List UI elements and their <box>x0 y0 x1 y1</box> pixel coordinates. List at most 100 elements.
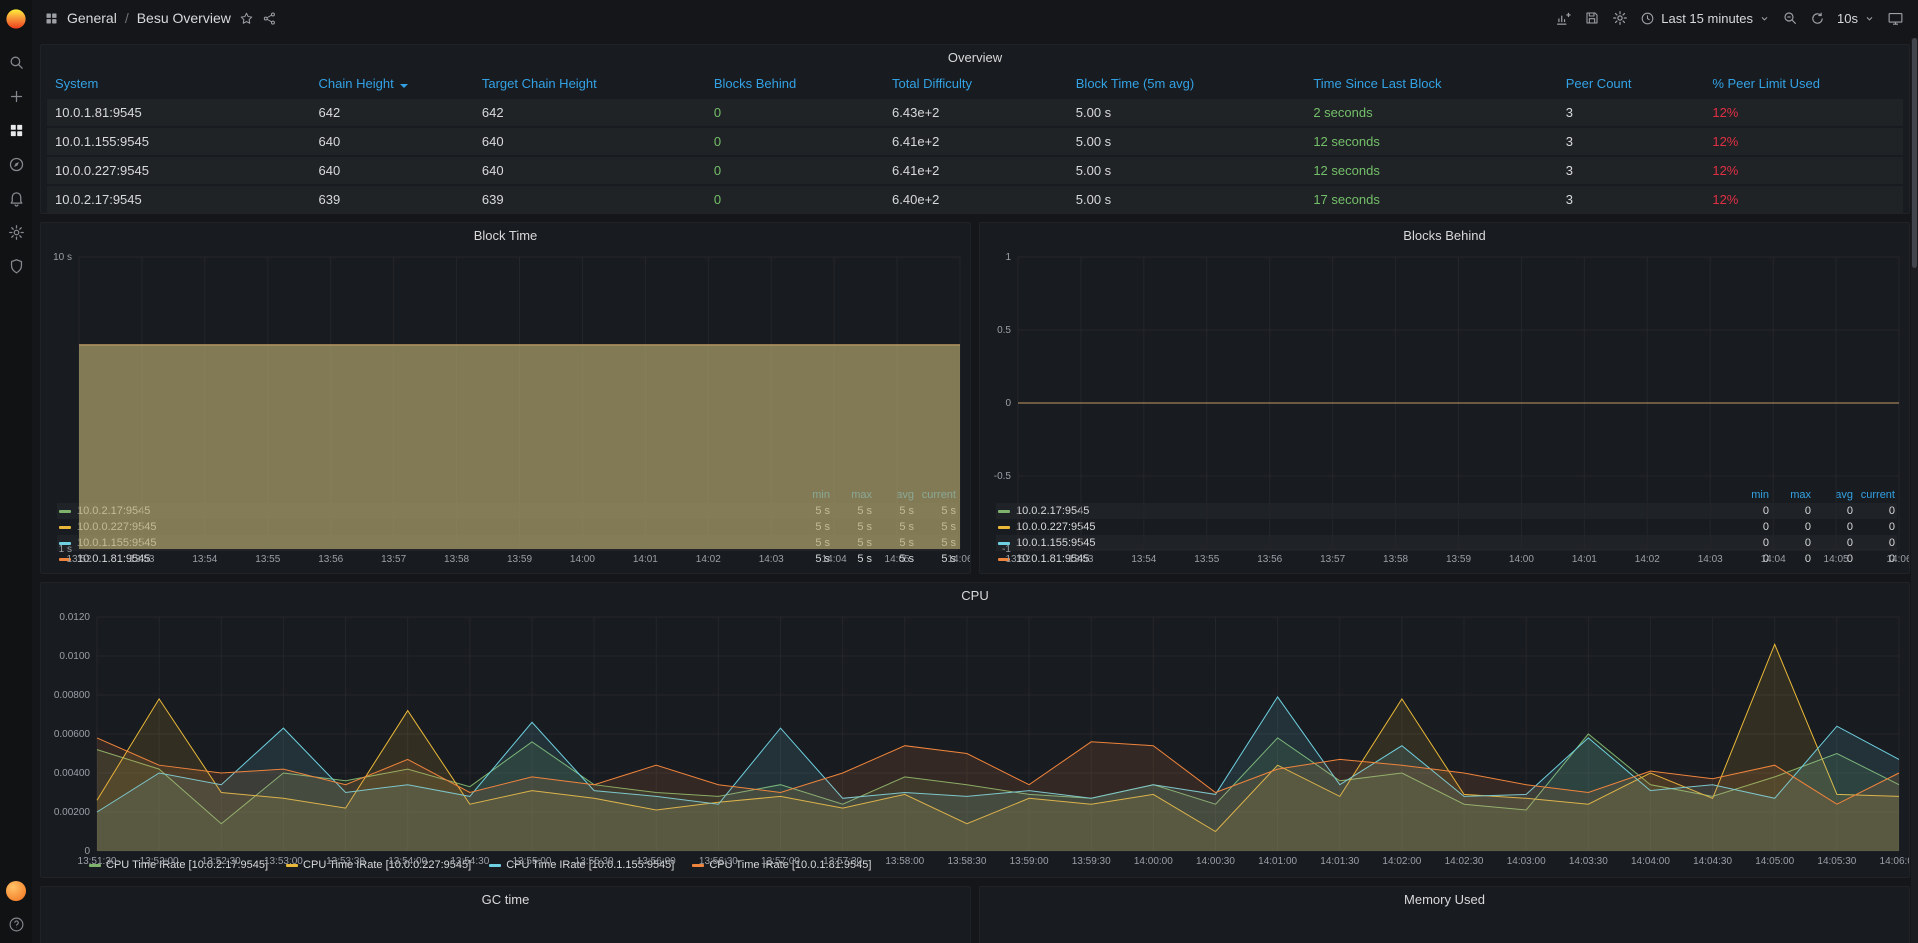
user-avatar[interactable] <box>6 881 26 901</box>
overview-table: SystemChain HeightTarget Chain HeightBlo… <box>41 71 1909 213</box>
table-cell: 642 <box>311 98 474 127</box>
table-row: 10.0.0.227:954564064006.41e+25.00 s12 se… <box>47 156 1903 185</box>
column-header[interactable]: Time Since Last Block <box>1305 71 1557 98</box>
share-icon[interactable] <box>262 11 277 26</box>
svg-text:14:05:00: 14:05:00 <box>1755 856 1794 867</box>
panel-title[interactable]: Overview <box>41 45 1909 71</box>
grafana-logo[interactable] <box>5 8 27 30</box>
column-header[interactable]: Total Difficulty <box>884 71 1068 98</box>
svg-text:13:58:30: 13:58:30 <box>947 856 986 867</box>
chevron-down-icon <box>1864 13 1875 24</box>
svg-text:14:04: 14:04 <box>822 554 847 565</box>
svg-text:0.00600: 0.00600 <box>54 729 91 740</box>
svg-text:13:57:30: 13:57:30 <box>823 856 862 867</box>
refresh-interval-label: 10s <box>1837 11 1858 26</box>
column-header[interactable]: Peer Count <box>1558 71 1705 98</box>
svg-text:14:04:00: 14:04:00 <box>1631 856 1670 867</box>
add-panel-icon[interactable] <box>1555 10 1572 27</box>
svg-text:13:59: 13:59 <box>1446 554 1471 565</box>
table-row: 10.0.1.155:954564064006.41e+25.00 s12 se… <box>47 127 1903 156</box>
dashboards-icon[interactable] <box>8 122 25 139</box>
time-range-picker[interactable]: Last 15 minutes <box>1640 11 1770 26</box>
svg-text:13:55: 13:55 <box>1194 554 1219 565</box>
svg-text:13:52: 13:52 <box>1005 554 1030 565</box>
svg-text:13:52:00: 13:52:00 <box>140 856 179 867</box>
scrollbar-thumb[interactable] <box>1912 38 1917 268</box>
table-cell: 5.00 s <box>1068 156 1306 185</box>
svg-text:14:03: 14:03 <box>759 554 784 565</box>
clock-icon <box>1640 11 1655 26</box>
blocks-behind-chart[interactable]: 13:5213:5313:5413:5513:5613:5713:5813:59… <box>980 249 1909 487</box>
svg-text:13:53:30: 13:53:30 <box>326 856 365 867</box>
panel-title[interactable]: Block Time <box>41 223 970 249</box>
dashboard-row: Block Time 13:5213:5313:5413:5513:5613:5… <box>40 222 1910 574</box>
svg-text:0.00800: 0.00800 <box>54 690 91 701</box>
table-cell: 0 <box>706 98 884 127</box>
svg-text:0: 0 <box>1005 398 1011 409</box>
panel-title[interactable]: Blocks Behind <box>980 223 1909 249</box>
chart-canvas: 13:51:3013:52:0013:52:3013:53:0013:53:30… <box>41 609 1909 869</box>
refresh-button[interactable] <box>1810 11 1825 26</box>
column-header[interactable]: % Peer Limit Used <box>1704 71 1903 98</box>
table-cell: 639 <box>311 185 474 213</box>
panel-title[interactable]: Memory Used <box>980 887 1909 913</box>
sidebar-menu <box>8 54 25 275</box>
svg-text:13:58: 13:58 <box>444 554 469 565</box>
add-icon[interactable] <box>8 88 25 105</box>
svg-text:14:00:00: 14:00:00 <box>1134 856 1173 867</box>
star-icon[interactable] <box>239 11 254 26</box>
column-header[interactable]: Target Chain Height <box>474 71 706 98</box>
svg-text:13:54: 13:54 <box>1131 554 1156 565</box>
svg-text:14:06: 14:06 <box>947 554 970 565</box>
save-dashboard-icon[interactable] <box>1584 10 1600 26</box>
alerting-icon[interactable] <box>8 190 25 207</box>
svg-text:13:52: 13:52 <box>66 554 91 565</box>
column-header[interactable]: Blocks Behind <box>706 71 884 98</box>
column-header[interactable]: System <box>47 71 311 98</box>
table-cell: 3 <box>1558 185 1705 213</box>
table-header-row: SystemChain HeightTarget Chain HeightBlo… <box>47 71 1903 98</box>
table-cell: 6.41e+2 <box>884 156 1068 185</box>
dashboard-row: GC time Memory Used <box>40 886 1910 943</box>
table-cell: 2 seconds <box>1305 98 1557 127</box>
refresh-interval-picker[interactable]: 10s <box>1837 11 1875 26</box>
cpu-chart[interactable]: 13:51:3013:52:0013:52:3013:53:0013:53:30… <box>41 609 1909 857</box>
panel-overview: Overview SystemChain HeightTarget Chain … <box>40 44 1910 214</box>
column-header[interactable]: Block Time (5m avg) <box>1068 71 1306 98</box>
svg-text:14:02:00: 14:02:00 <box>1382 856 1421 867</box>
svg-text:14:03:30: 14:03:30 <box>1569 856 1608 867</box>
column-header[interactable]: Chain Height <box>311 71 474 98</box>
panel-title[interactable]: CPU <box>41 583 1909 609</box>
svg-text:0.0100: 0.0100 <box>59 651 90 662</box>
settings-icon[interactable] <box>8 224 25 241</box>
explore-icon[interactable] <box>8 156 25 173</box>
table-cell: 0 <box>706 127 884 156</box>
svg-text:13:59:30: 13:59:30 <box>1072 856 1111 867</box>
table-row: 10.0.1.81:954564264206.43e+25.00 s2 seco… <box>47 98 1903 127</box>
svg-text:14:06:00: 14:06:00 <box>1880 856 1909 867</box>
panel-title[interactable]: GC time <box>41 887 970 913</box>
panel-block-time: Block Time 13:5213:5313:5413:5513:5613:5… <box>40 222 971 574</box>
table-cell: 12 seconds <box>1305 156 1557 185</box>
svg-text:14:04: 14:04 <box>1761 554 1786 565</box>
svg-text:14:05: 14:05 <box>885 554 910 565</box>
block-time-chart[interactable]: 13:5213:5313:5413:5513:5613:5713:5813:59… <box>41 249 970 487</box>
search-icon[interactable] <box>8 54 25 71</box>
table-cell: 10.0.1.155:9545 <box>47 127 311 156</box>
svg-text:13:52:30: 13:52:30 <box>202 856 241 867</box>
panel-memory-used: Memory Used <box>979 886 1910 943</box>
refresh-icon <box>1810 11 1825 26</box>
svg-text:13:56: 13:56 <box>1257 554 1282 565</box>
zoom-out-icon[interactable] <box>1782 10 1798 26</box>
svg-text:14:01:00: 14:01:00 <box>1258 856 1297 867</box>
svg-text:14:05: 14:05 <box>1824 554 1849 565</box>
table-cell: 5.00 s <box>1068 185 1306 213</box>
dashboard-settings-icon[interactable] <box>1612 10 1628 26</box>
breadcrumb-folder[interactable]: General <box>67 10 117 26</box>
table-cell: 0 <box>706 185 884 213</box>
table-cell: 10.0.2.17:9545 <box>47 185 311 213</box>
table-cell: 640 <box>311 127 474 156</box>
tv-icon[interactable] <box>1887 10 1904 27</box>
help-icon[interactable] <box>8 916 25 933</box>
security-icon[interactable] <box>8 258 25 275</box>
